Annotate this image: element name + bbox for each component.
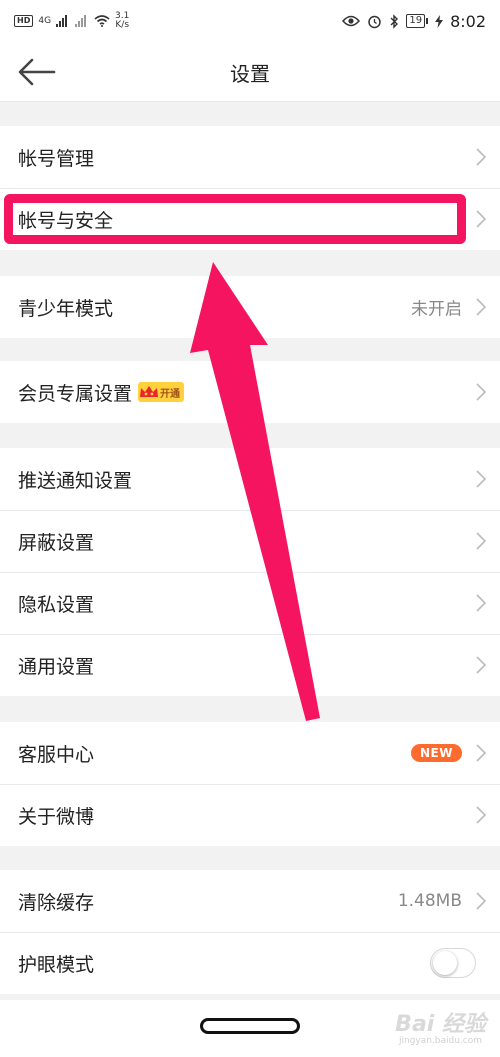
eye-care-toggle[interactable]: [430, 948, 476, 978]
watermark-url: jingyan.baidu.com: [398, 1036, 482, 1046]
chevron-right-icon: [476, 383, 486, 401]
teen-mode-group: 青少年模式 未开启: [0, 276, 500, 338]
support-group: 客服中心 NEW 关于微博: [0, 722, 500, 846]
battery-level: 19: [406, 14, 426, 28]
account-group: 帐号管理 帐号与安全: [0, 126, 500, 250]
bluetooth-icon: [390, 13, 399, 29]
chevron-right-icon: [476, 806, 486, 824]
battery-indicator: 19: [406, 14, 429, 28]
row-privacy-settings[interactable]: 隐私设置: [0, 572, 500, 634]
signal-icon: [56, 15, 68, 27]
row-customer-service[interactable]: 客服中心 NEW: [0, 722, 500, 784]
chevron-right-icon: [476, 892, 486, 910]
home-indicator[interactable]: [200, 1018, 300, 1034]
network-type: 4G: [38, 16, 52, 26]
misc-group: 清除缓存 1.48MB 护眼模式: [0, 870, 500, 994]
chevron-right-icon: [476, 594, 486, 612]
hd-indicator: HD: [14, 15, 34, 27]
vip-badge[interactable]: 开通: [138, 382, 185, 402]
clock: 8:02: [450, 11, 486, 31]
row-label: 清除缓存: [18, 891, 95, 914]
speed-unit: K/s: [115, 20, 130, 30]
row-label: 关于微博: [18, 805, 95, 828]
new-badge: NEW: [411, 744, 462, 762]
row-account-security[interactable]: 帐号与安全: [0, 188, 500, 250]
row-label: 会员专属设置: [18, 382, 133, 405]
watermark-logo: Bai 经验: [395, 1012, 486, 1037]
row-label: 推送通知设置: [18, 469, 133, 492]
chevron-right-icon: [476, 148, 486, 166]
row-about-weibo[interactable]: 关于微博: [0, 784, 500, 846]
row-label: 帐号与安全: [18, 209, 114, 232]
row-clear-cache[interactable]: 清除缓存 1.48MB: [0, 870, 500, 932]
status-bar: HD 4G 3.1 K/s 19 8:02: [0, 0, 500, 42]
toggle-knob: [433, 951, 457, 975]
row-account-management[interactable]: 帐号管理: [0, 126, 500, 188]
chevron-right-icon: [476, 470, 486, 488]
chevron-right-icon: [476, 744, 486, 762]
row-push-notifications[interactable]: 推送通知设置: [0, 448, 500, 510]
vip-group: 会员专属设置 开通: [0, 361, 500, 423]
home-area: Bai 经验 jingyan.baidu.com: [0, 1000, 500, 1057]
page-title: 设置: [230, 62, 270, 86]
chevron-right-icon: [476, 656, 486, 674]
row-general-settings[interactable]: 通用设置: [0, 634, 500, 696]
charging-icon: [435, 14, 444, 28]
row-teen-mode[interactable]: 青少年模式 未开启: [0, 276, 500, 338]
row-block-settings[interactable]: 屏蔽设置: [0, 510, 500, 572]
battery-nub: [426, 18, 429, 24]
chevron-right-icon: [476, 298, 486, 316]
signal-icon-secondary: [75, 15, 87, 27]
alarm-icon: [368, 15, 382, 28]
network-speed: 3.1 K/s: [115, 12, 129, 30]
eye-icon: [342, 15, 361, 27]
row-label: 青少年模式: [18, 297, 114, 320]
row-label: 客服中心: [18, 743, 95, 766]
row-label: 帐号管理: [18, 147, 95, 170]
row-vip-settings[interactable]: 会员专属设置 开通: [0, 361, 500, 423]
teen-mode-status: 未开启: [411, 299, 462, 320]
row-label: 屏蔽设置: [18, 531, 95, 554]
row-eye-care-mode: 护眼模式: [0, 932, 500, 994]
chevron-right-icon: [476, 210, 486, 228]
crown-icon: [140, 386, 159, 397]
nav-bar: 设置: [0, 42, 500, 102]
vip-badge-text: 开通: [160, 388, 181, 400]
cache-size: 1.48MB: [397, 891, 462, 911]
row-label: 隐私设置: [18, 593, 95, 616]
row-label: 通用设置: [18, 655, 95, 678]
row-label: 护眼模式: [18, 953, 95, 976]
wifi-icon: [94, 15, 110, 27]
chevron-right-icon: [476, 532, 486, 550]
settings-group: 推送通知设置 屏蔽设置 隐私设置 通用设置: [0, 448, 500, 696]
